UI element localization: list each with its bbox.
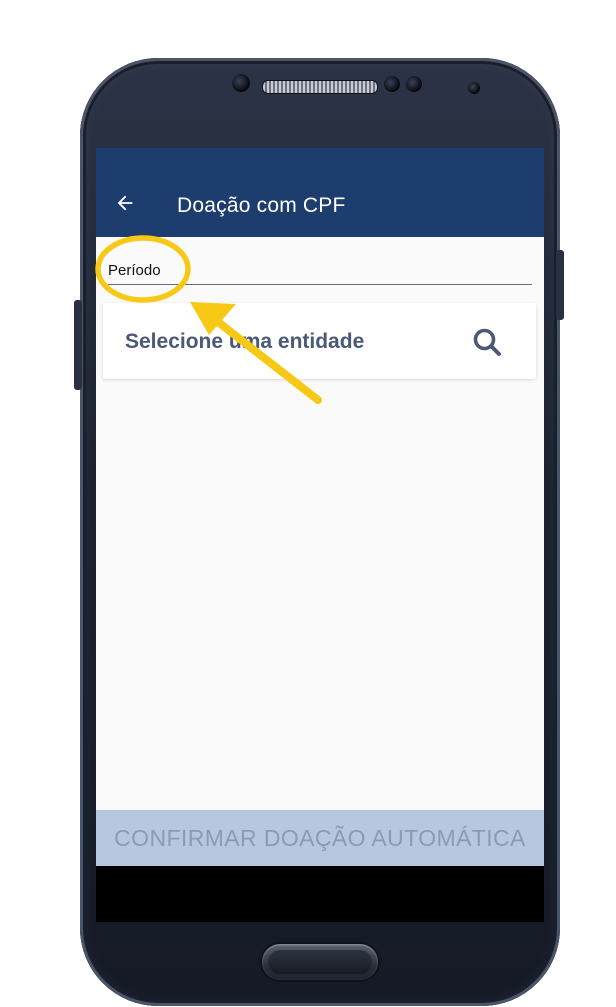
select-entity-placeholder: Selecione uma entidade bbox=[125, 330, 365, 353]
search-icon[interactable] bbox=[472, 327, 502, 357]
front-camera bbox=[406, 76, 422, 92]
system-nav-bar bbox=[96, 866, 544, 922]
earpiece-speaker bbox=[262, 80, 378, 94]
volume-button bbox=[74, 300, 82, 390]
select-entity-card[interactable]: Selecione uma entidade bbox=[103, 303, 536, 379]
light-sensor bbox=[384, 76, 400, 92]
home-button[interactable] bbox=[262, 944, 378, 980]
page-title: Doação com CPF bbox=[177, 194, 346, 217]
home-button-inner bbox=[268, 950, 372, 974]
period-field-underline[interactable] bbox=[108, 284, 532, 285]
app-bar: Doação com CPF bbox=[96, 148, 544, 237]
confirm-automatic-donation-button[interactable]: CONFIRMAR DOAÇÃO AUTOMÁTICA bbox=[96, 810, 544, 866]
phone-screen: Doação com CPF Período Selecione uma ent… bbox=[96, 148, 544, 922]
proximity-sensor bbox=[232, 74, 250, 92]
form-content: Período Selecione uma entidade bbox=[96, 237, 544, 810]
power-button bbox=[556, 250, 564, 320]
period-field-label[interactable]: Período bbox=[108, 262, 161, 279]
arrow-back-icon[interactable] bbox=[114, 192, 136, 214]
notification-led bbox=[468, 82, 480, 94]
